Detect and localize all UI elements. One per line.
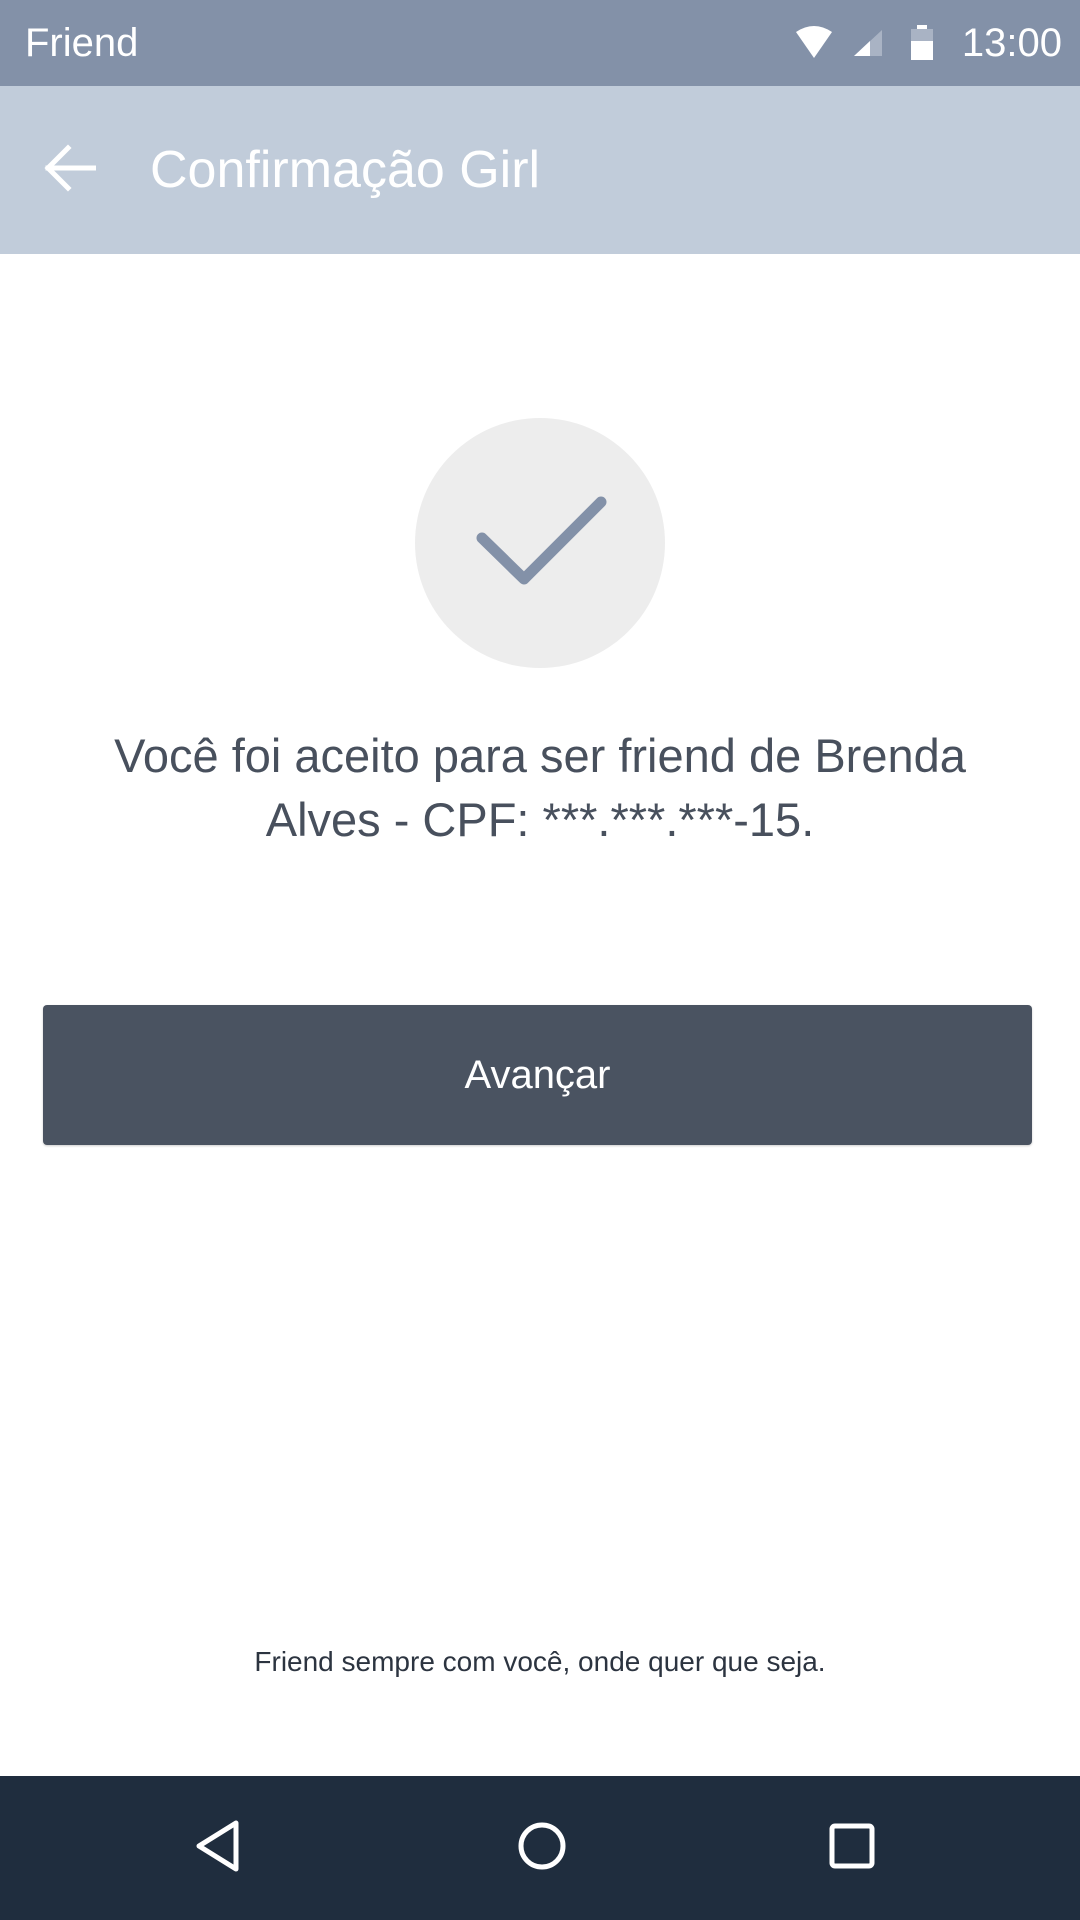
- nav-home-button[interactable]: [492, 1798, 592, 1898]
- status-bar: Friend 13:00: [0, 0, 1080, 86]
- confirmation-message: Você foi aceito para ser friend de Brend…: [114, 729, 966, 846]
- app-bar: Confirmação Girl: [0, 86, 1080, 254]
- battery-icon: [910, 25, 934, 61]
- back-button[interactable]: [30, 130, 110, 210]
- page-title: Confirmação Girl: [150, 141, 541, 199]
- status-time: 13:00: [961, 20, 1062, 65]
- system-nav-bar: [0, 1776, 1080, 1920]
- recents-square-icon: [826, 1820, 878, 1877]
- nav-recents-button[interactable]: [802, 1798, 902, 1898]
- home-circle-icon: [516, 1820, 568, 1877]
- success-indicator: [415, 418, 665, 668]
- status-app-name: Friend: [25, 21, 139, 65]
- signal-icon: [852, 28, 884, 58]
- advance-button[interactable]: Avançar: [43, 1005, 1032, 1145]
- nav-back-button[interactable]: [168, 1798, 268, 1898]
- status-icons: 13:00: [794, 0, 1062, 86]
- footer-tagline: Friend sempre com você, onde quer que se…: [254, 1646, 826, 1677]
- arrow-left-icon: [44, 143, 97, 197]
- wifi-icon: [794, 26, 834, 60]
- back-triangle-icon: [192, 1818, 244, 1879]
